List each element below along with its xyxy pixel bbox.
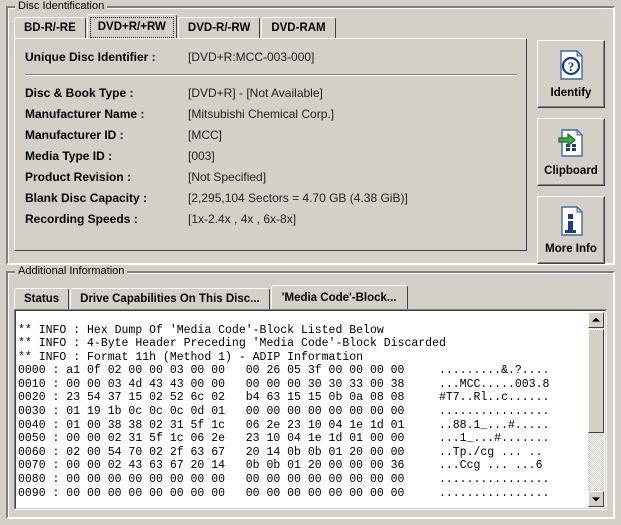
clipboard-button[interactable]: Clipboard bbox=[537, 118, 605, 186]
field-media-type-id: Media Type ID : [003] bbox=[25, 147, 518, 165]
information-document-icon bbox=[555, 205, 587, 237]
question-document-icon: ? bbox=[555, 49, 587, 81]
field-manufacturer-id: Manufacturer ID : [MCC] bbox=[25, 126, 518, 144]
scroll-down-arrow-icon bbox=[592, 497, 600, 502]
field-label: Product Revision : bbox=[25, 170, 132, 184]
field-value: [DVD+R:MCC-003-000] bbox=[188, 50, 315, 64]
disc-type-tabstrip: BD-R/-RE DVD+R/+RW DVD-R/-RW DVD-RAM bbox=[14, 14, 337, 38]
clipboard-button-label: Clipboard bbox=[544, 165, 598, 177]
disc-info-dialog: Disc Identification BD-R/-RE DVD+R/+RW D… bbox=[0, 0, 621, 525]
identify-button[interactable]: ? Identify bbox=[537, 40, 605, 108]
hexdump-vertical-scrollbar[interactable] bbox=[588, 312, 604, 507]
tab-label: 'Media Code'-Block... bbox=[281, 292, 397, 304]
field-value: [1x-2.4x , 4x , 6x-8x] bbox=[188, 212, 297, 226]
scrollbar-thumb[interactable] bbox=[588, 329, 604, 433]
field-label: Unique Disc Identifier : bbox=[25, 50, 156, 64]
tab-bd-r-re[interactable]: BD-R/-RE bbox=[14, 17, 86, 38]
tab-label: Status bbox=[24, 293, 60, 305]
scroll-up-arrow-icon bbox=[592, 317, 600, 322]
field-value: [Mitsubishi Chemical Corp.] bbox=[188, 107, 335, 121]
tab-status[interactable]: Status bbox=[14, 288, 70, 309]
field-label: Manufacturer ID : bbox=[25, 128, 124, 142]
field-recording-speeds: Recording Speeds : [1x-2.4x , 4x , 6x-8x… bbox=[25, 210, 518, 228]
field-label: Manufacturer Name : bbox=[25, 107, 145, 121]
tab-dvd-ram[interactable]: DVD-RAM bbox=[261, 17, 336, 38]
field-value: [DVD+R] - [Not Available] bbox=[188, 86, 323, 100]
disc-identification-panel: Unique Disc Identifier : [DVD+R:MCC-003-… bbox=[14, 38, 527, 251]
tab-media-code-block[interactable]: 'Media Code'-Block... bbox=[270, 285, 408, 309]
tab-label: Drive Capabilities On This Disc... bbox=[80, 293, 260, 305]
field-label: Media Type ID : bbox=[25, 149, 113, 163]
disc-identification-title: Disc Identification bbox=[15, 0, 108, 12]
media-code-block-hexdump-panel: ** INFO : Hex Dump Of 'Media Code'-Block… bbox=[14, 309, 607, 510]
field-value: [2,295,104 Sectors = 4.70 GB (4.38 GiB)] bbox=[188, 191, 408, 205]
field-manufacturer-name: Manufacturer Name : [Mitsubishi Chemical… bbox=[25, 105, 518, 123]
more-info-button[interactable]: More Info bbox=[537, 196, 605, 264]
field-value: [MCC] bbox=[188, 128, 222, 142]
tab-label: DVD-RAM bbox=[271, 22, 326, 34]
more-info-button-label: More Info bbox=[545, 243, 597, 255]
field-blank-disc-capacity: Blank Disc Capacity : [2,295,104 Sectors… bbox=[25, 189, 518, 207]
additional-information-tabstrip: Status Drive Capabilities On This Disc..… bbox=[14, 285, 409, 309]
tab-drive-capabilities[interactable]: Drive Capabilities On This Disc... bbox=[70, 288, 270, 309]
field-value: [Not Specified] bbox=[188, 170, 267, 184]
field-label: Blank Disc Capacity : bbox=[25, 191, 148, 205]
field-disc-and-book-type: Disc & Book Type : [DVD+R] - [Not Availa… bbox=[25, 84, 518, 102]
tab-label: DVD-R/-RW bbox=[187, 22, 251, 34]
scroll-up-button[interactable] bbox=[588, 312, 604, 328]
tab-label: DVD+R/+RW bbox=[97, 21, 166, 33]
tab-label: BD-R/-RE bbox=[24, 22, 76, 34]
svg-text:?: ? bbox=[568, 59, 575, 74]
identify-button-label: Identify bbox=[550, 87, 592, 99]
clipboard-copy-document-icon bbox=[555, 127, 587, 159]
field-product-revision: Product Revision : [Not Specified] bbox=[25, 168, 518, 186]
field-value: [003] bbox=[188, 149, 215, 163]
field-label: Recording Speeds : bbox=[25, 212, 138, 226]
field-unique-disc-identifier: Unique Disc Identifier : [DVD+R:MCC-003-… bbox=[25, 48, 518, 66]
tab-dvd-minus-r-rw[interactable]: DVD-R/-RW bbox=[177, 17, 261, 38]
additional-information-title: Additional Information bbox=[15, 265, 128, 277]
scroll-down-button[interactable] bbox=[588, 491, 604, 507]
tab-dvd-plus-r-rw[interactable]: DVD+R/+RW bbox=[86, 14, 177, 38]
hexdump-text[interactable]: ** INFO : Hex Dump Of 'Media Code'-Block… bbox=[18, 324, 587, 498]
field-label: Disc & Book Type : bbox=[25, 86, 134, 100]
section-separator bbox=[25, 74, 517, 76]
